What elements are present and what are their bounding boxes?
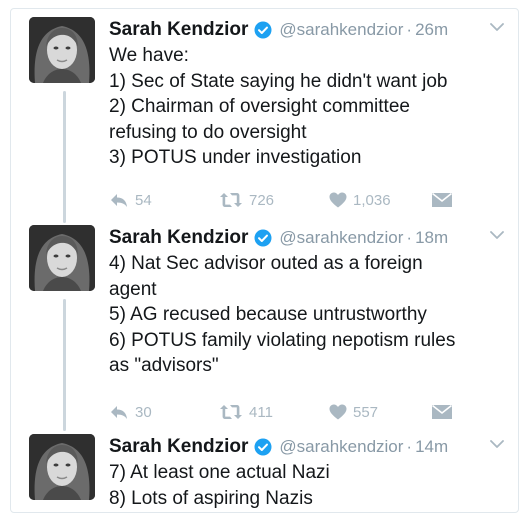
tweet-text-line: 7) At least one actual Nazi [109,462,330,483]
tweet-text-line: 3) POTUS under investigation [109,147,362,168]
like-count: 557 [353,403,379,421]
separator-dot: · [406,228,413,247]
tweet-header: Sarah Kendzior @sarahkendzior · 18m [109,225,506,251]
direct-message-button[interactable] [431,192,453,208]
chevron-down-icon[interactable] [490,22,504,32]
tweet[interactable]: Sarah Kendzior @sarahkendzior · 26m We h… [11,17,518,222]
tweet-text: 4) Nat Sec advisor outed as a foreign ag… [109,251,506,379]
tweet-text-line: We have: [109,45,189,66]
separator-dot: · [406,20,413,39]
reply-button[interactable]: 30 [109,404,219,421]
tweet-text-line: 6) POTUS family violating nepotism rules [109,329,456,351]
like-count: 1,036 [353,191,391,209]
tweet-text-line: agent [109,278,157,300]
reply-button[interactable]: 54 [109,192,219,209]
tweet[interactable]: Sarah Kendzior @sarahkendzior · 18m 4) N… [11,225,518,430]
reply-icon [111,194,127,207]
like-button[interactable]: 1,036 [329,192,431,209]
retweet-count: 726 [249,191,275,209]
verified-badge-icon [254,438,272,456]
author-name[interactable]: Sarah Kendzior [109,227,248,249]
tweet-actions: 54 726 1,036 [109,189,453,211]
reply-count: 30 [135,403,152,421]
heart-icon [329,404,347,420]
retweet-count: 411 [249,403,273,421]
direct-message-icon [432,404,452,419]
tweet[interactable]: Sarah Kendzior @sarahkendzior · 14m 7) A… [11,434,518,512]
tweet-text-line: 8) Lots of aspiring Nazis [109,487,313,509]
avatar[interactable] [29,225,95,291]
tweet-text-line: as "advisors" [109,355,219,376]
chevron-down-icon[interactable] [490,439,504,449]
direct-message-button[interactable] [431,404,453,420]
tweet-actions: 30 411 557 [109,401,453,423]
avatar[interactable] [29,17,95,83]
reply-count: 54 [135,191,152,209]
tweet-text-line: 4) Nat Sec advisor outed as a foreign [109,253,423,274]
separator-dot: · [406,437,413,456]
tweet-text-line: 2) Chairman of oversight committee [109,96,410,117]
tweet-header: Sarah Kendzior @sarahkendzior · 14m [109,434,506,460]
tweet-text: 7) At least one actual Nazi 8) Lots of a… [109,460,506,511]
tweet-timestamp[interactable]: 18m [415,228,448,248]
heart-icon [329,192,347,208]
direct-message-icon [432,192,452,207]
like-button[interactable]: 557 [329,404,431,421]
author-name[interactable]: Sarah Kendzior [109,436,248,458]
tweet-thread: Sarah Kendzior @sarahkendzior · 26m We h… [10,8,519,513]
retweet-button[interactable]: 411 [219,404,329,421]
tweet-timestamp[interactable]: 14m [415,437,448,457]
reply-icon [111,406,127,419]
verified-badge-icon [254,229,272,247]
tweet-header: Sarah Kendzior @sarahkendzior · 26m [109,17,506,43]
author-handle[interactable]: @sarahkendzior [279,437,403,457]
retweet-button[interactable]: 726 [219,192,329,209]
author-name[interactable]: Sarah Kendzior [109,19,248,41]
author-handle[interactable]: @sarahkendzior [279,228,403,248]
retweet-icon [220,405,242,419]
author-handle[interactable]: @sarahkendzior [279,20,403,40]
avatar[interactable] [29,434,95,500]
tweet-text: We have: 1) Sec of State saying he didn'… [109,43,506,171]
tweet-text-line: 1) Sec of State saying he didn't want jo… [109,70,448,92]
tweet-timestamp[interactable]: 26m [415,20,448,40]
retweet-icon [220,193,242,207]
tweet-text-line: refusing to do oversight [109,121,307,143]
tweet-text-line: 5) AG recused because untrustworthy [109,304,427,325]
verified-badge-icon [254,21,272,39]
chevron-down-icon[interactable] [490,230,504,240]
